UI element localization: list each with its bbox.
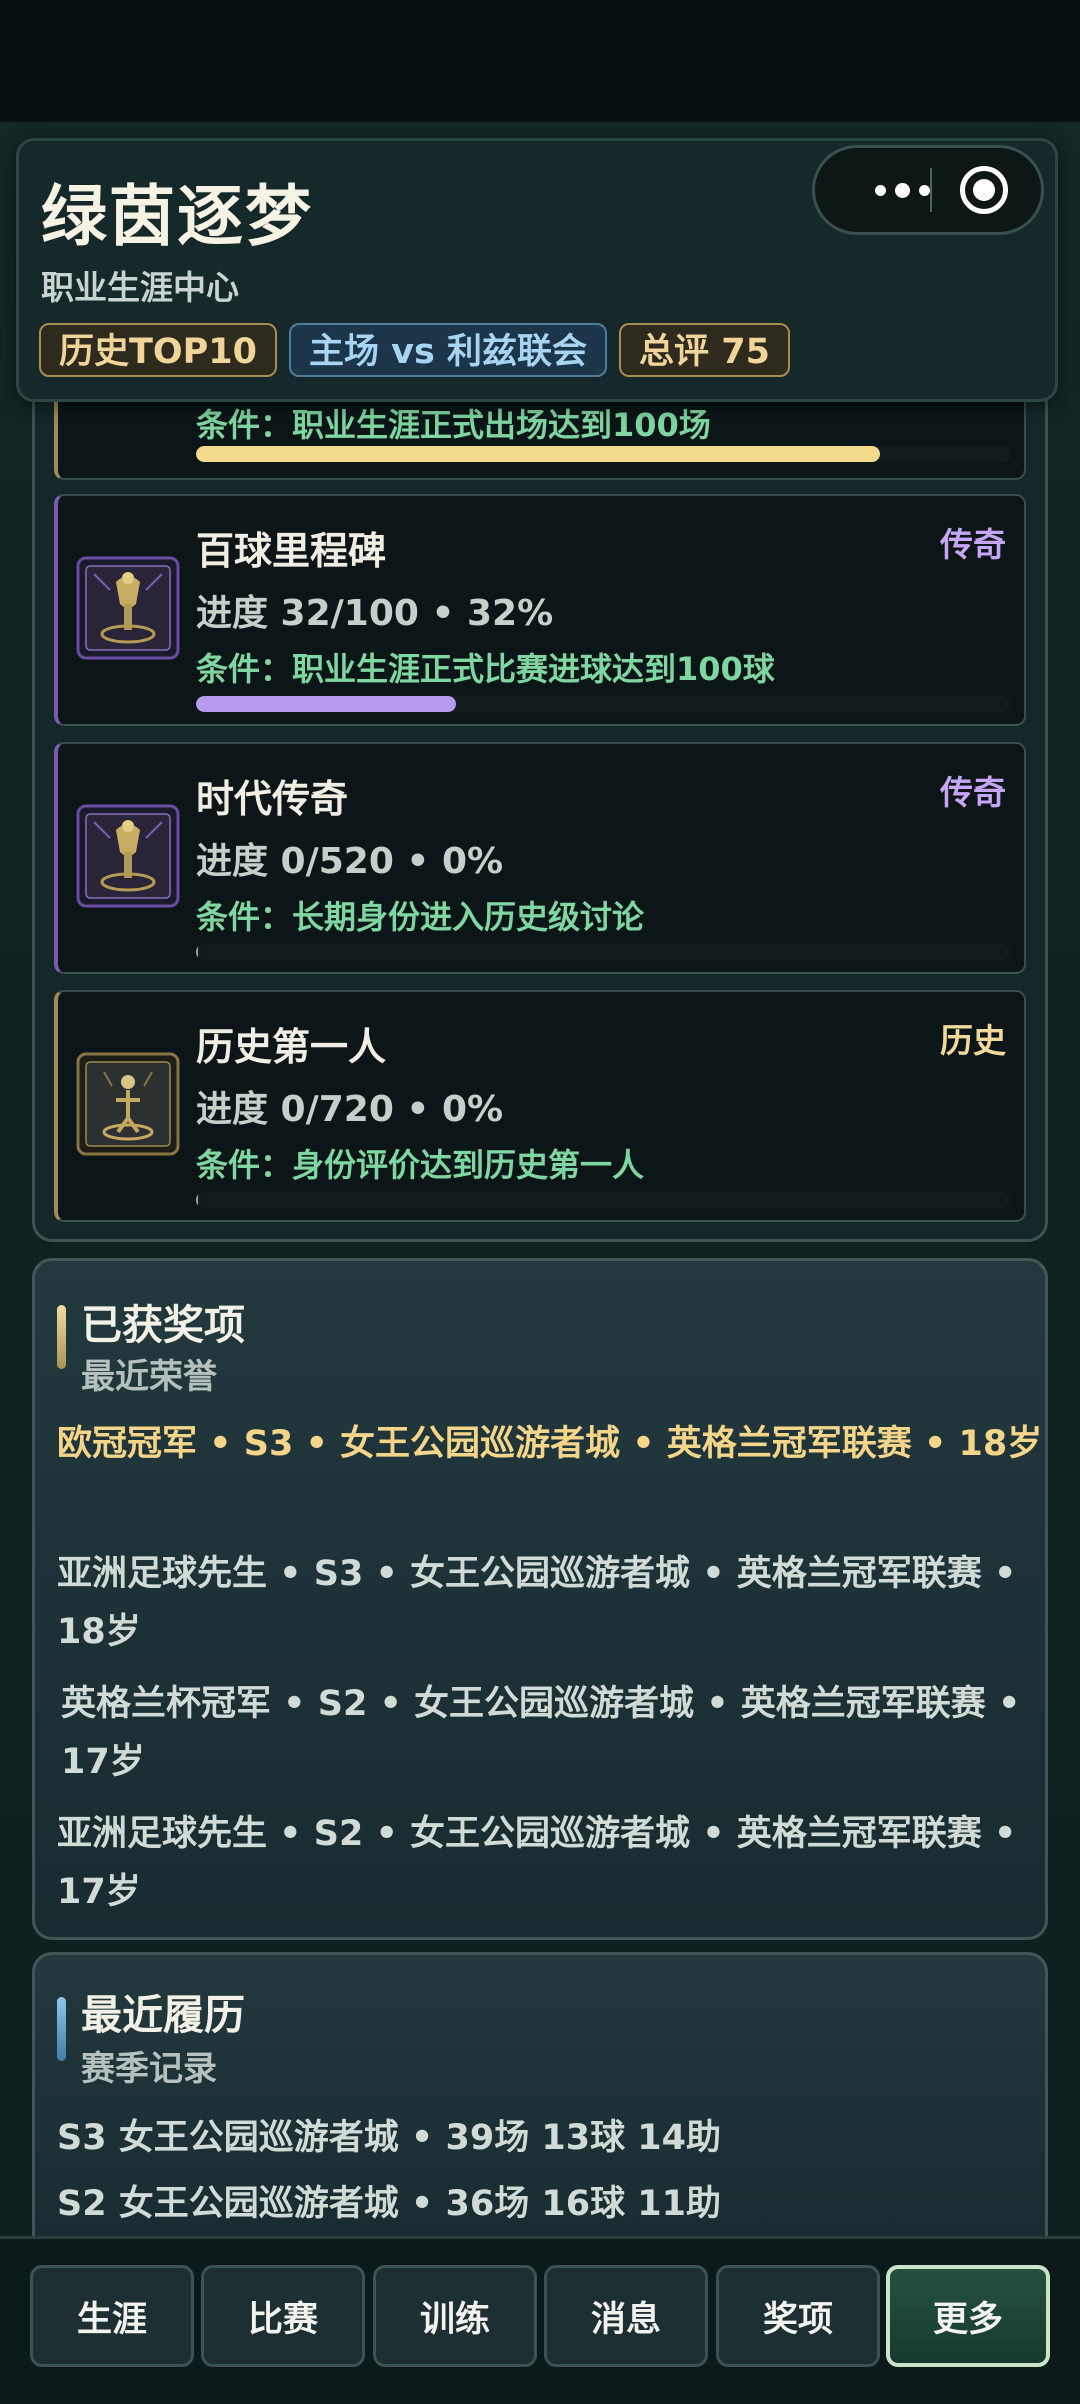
- award-item: 亚洲足球先生 • S2 • 女王公园巡游者城 • 英格兰冠军联赛 • 17岁: [57, 1814, 1017, 1912]
- achievement-condition: 条件：职业生涯正式比赛进球达到100球: [196, 650, 775, 688]
- awards-panel: 已获奖项 最近荣誉 欧冠冠军 • S3 • 女王公园巡游者城 • 英格兰冠军联赛…: [32, 1258, 1048, 1940]
- achievement-progress-bar: [196, 446, 1010, 462]
- section-accent-bar: [57, 1997, 66, 2061]
- legend-trophy-icon: [76, 804, 180, 908]
- achievement-progress-bar: [196, 696, 1010, 712]
- more-options-icon[interactable]: [837, 148, 967, 232]
- nav-more[interactable]: 更多: [886, 2265, 1050, 2367]
- nav-career[interactable]: 生涯: [30, 2265, 194, 2367]
- achievement-name: 时代传奇: [196, 777, 349, 821]
- achievement-condition: 条件：长期身份进入历史级讨论: [196, 898, 645, 936]
- achievement-progress-text: 进度 0/520 • 0%: [196, 841, 504, 882]
- rank-chip: 历史TOP10: [39, 323, 277, 377]
- award-item: 英格兰杯冠军 • S2 • 女王公园巡游者城 • 英格兰冠军联赛 • 17岁: [61, 1684, 1021, 1782]
- page-subtitle: 职业生涯中心: [41, 268, 239, 307]
- achievement-condition: 条件：职业生涯正式出场达到100场: [196, 406, 711, 444]
- section-subtitle: 最近荣誉: [81, 1357, 217, 1397]
- status-area: [0, 0, 1080, 122]
- achievement-rank: 传奇: [940, 773, 1006, 812]
- history-panel: 最近履历 赛季记录 S3 女王公园巡游者城 • 39场 13球 14助 S2 女…: [32, 1952, 1048, 2252]
- section-accent-bar: [57, 1305, 66, 1369]
- achievement-progress-text: 进度 0/720 • 0%: [196, 1089, 504, 1130]
- achievement-progress-bar: [196, 944, 1010, 960]
- achievement-rank: 历史: [940, 1021, 1006, 1060]
- history-trophy-icon: [76, 1052, 180, 1156]
- nav-match[interactable]: 比赛: [201, 2265, 365, 2367]
- bottom-navigation: 生涯 比赛 训练 消息 奖项 更多: [0, 2236, 1080, 2404]
- achievement-name: 百球里程碑: [196, 529, 387, 573]
- legend-trophy-icon: [76, 556, 180, 660]
- page-title: 绿茵逐梦: [41, 178, 313, 255]
- close-target-icon[interactable]: [960, 166, 1008, 214]
- nav-awards[interactable]: 奖项: [716, 2265, 880, 2367]
- award-item: 亚洲足球先生 • S3 • 女王公园巡游者城 • 英格兰冠军联赛 • 18岁: [57, 1554, 1017, 1652]
- capsule-divider: [930, 168, 932, 212]
- achievement-card[interactable]: 历史第一人 历史 进度 0/720 • 0% 条件：身份评价达到历史第一人: [54, 990, 1026, 1222]
- section-title: 最近履历: [81, 1991, 245, 2039]
- award-item: 欧冠冠军 • S3 • 女王公园巡游者城 • 英格兰冠军联赛 • 18岁: [57, 1424, 1043, 1464]
- overall-rating-chip: 总评 75: [619, 323, 790, 377]
- season-record: S2 女王公园巡游者城 • 36场 16球 11助: [57, 2184, 721, 2224]
- miniprogram-capsule: [812, 145, 1044, 235]
- section-title: 已获奖项: [81, 1301, 245, 1349]
- nav-training[interactable]: 训练: [373, 2265, 537, 2367]
- season-record: S3 女王公园巡游者城 • 39场 13球 14助: [57, 2118, 721, 2158]
- achievement-progress-text: 进度 32/100 • 32%: [196, 593, 554, 634]
- achievement-rank: 传奇: [940, 525, 1006, 564]
- next-match-chip[interactable]: 主场 vs 利兹联会: [289, 323, 608, 377]
- section-subtitle: 赛季记录: [81, 2049, 217, 2089]
- header-chips: 历史TOP10 主场 vs 利兹联会 总评 75: [39, 323, 790, 377]
- achievement-card[interactable]: 百球里程碑 传奇 进度 32/100 • 32% 条件：职业生涯正式比赛进球达到…: [54, 494, 1026, 726]
- achievement-name: 历史第一人: [196, 1025, 387, 1069]
- nav-messages[interactable]: 消息: [544, 2265, 708, 2367]
- achievement-condition: 条件：身份评价达到历史第一人: [196, 1146, 645, 1184]
- achievement-progress-bar: [196, 1192, 1010, 1208]
- achievement-card[interactable]: 时代传奇 传奇 进度 0/520 • 0% 条件：长期身份进入历史级讨论: [54, 742, 1026, 974]
